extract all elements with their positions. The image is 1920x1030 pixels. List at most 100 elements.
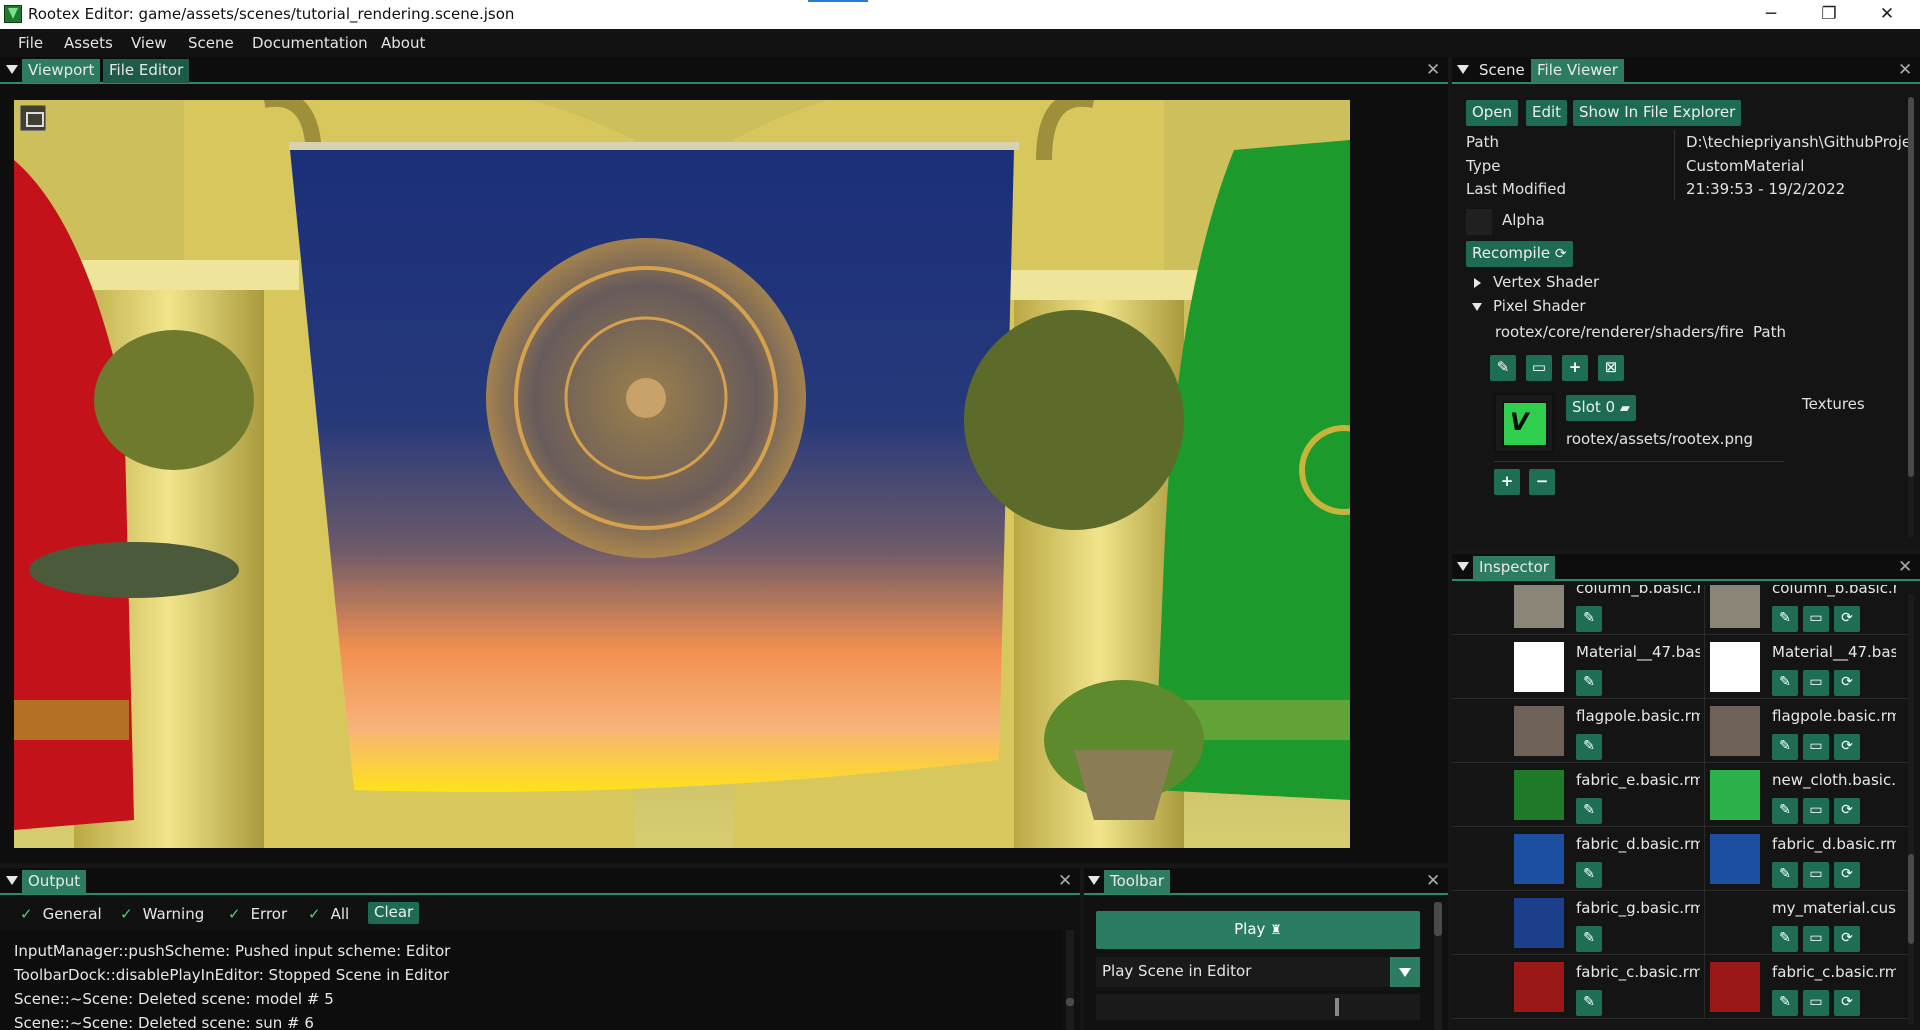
- edit-icon[interactable]: ✎: [1772, 926, 1798, 952]
- close-dock-icon[interactable]: ✕: [1426, 871, 1440, 891]
- collapse-arrow-icon[interactable]: [1457, 562, 1469, 571]
- material-thumbnail[interactable]: [1710, 962, 1760, 1012]
- tab-scene[interactable]: Scene: [1473, 59, 1531, 83]
- scrollbar-thumb[interactable]: [1434, 902, 1442, 936]
- refresh-icon[interactable]: ⟳: [1834, 670, 1860, 696]
- refresh-icon[interactable]: ⟳: [1834, 798, 1860, 824]
- material-thumbnail[interactable]: [1710, 898, 1760, 948]
- material-thumbnail[interactable]: [1710, 642, 1760, 692]
- tab-output[interactable]: Output: [22, 870, 87, 894]
- material-thumbnail[interactable]: [1514, 834, 1564, 884]
- collapse-arrow-icon[interactable]: [6, 876, 18, 885]
- refresh-icon[interactable]: ⟳: [1834, 606, 1860, 632]
- chevron-down-icon[interactable]: [1390, 957, 1420, 987]
- edit-button[interactable]: Edit: [1526, 100, 1568, 126]
- tab-file-editor[interactable]: File Editor: [103, 59, 190, 83]
- expand-arrow-icon[interactable]: [1474, 278, 1481, 288]
- edit-icon[interactable]: ✎: [1576, 862, 1602, 888]
- menu-scene[interactable]: Scene: [188, 34, 234, 52]
- filter-error[interactable]: ✓ Error: [228, 905, 287, 923]
- edit-icon[interactable]: ✎: [1772, 862, 1798, 888]
- material-thumbnail[interactable]: [1710, 706, 1760, 756]
- close-dock-icon[interactable]: ✕: [1058, 871, 1072, 891]
- toolbar-slider[interactable]: [1096, 994, 1420, 1020]
- collapse-arrow-icon[interactable]: [6, 65, 18, 74]
- filter-all[interactable]: ✓ All: [308, 905, 349, 923]
- remove-box-icon[interactable]: ⊠: [1598, 355, 1624, 381]
- folder-open-icon[interactable]: ▭: [1803, 862, 1829, 888]
- material-thumbnail[interactable]: [1710, 585, 1760, 628]
- scene-viewport-canvas[interactable]: [14, 100, 1350, 848]
- menu-documentation[interactable]: Documentation: [252, 34, 368, 52]
- material-thumbnail[interactable]: [1514, 706, 1564, 756]
- folder-open-icon[interactable]: ▭: [1803, 606, 1829, 632]
- material-thumbnail[interactable]: [1514, 585, 1564, 628]
- scrollbar-track[interactable]: [1066, 930, 1074, 1030]
- menu-file[interactable]: File: [18, 34, 43, 52]
- slider-handle[interactable]: [1335, 998, 1339, 1016]
- edit-icon[interactable]: ✎: [1576, 990, 1602, 1016]
- refresh-icon[interactable]: ⟳: [1834, 926, 1860, 952]
- scrollbar-track[interactable]: [1908, 594, 1914, 1024]
- refresh-icon[interactable]: ⟳: [1834, 990, 1860, 1016]
- edit-icon[interactable]: ✎: [1772, 606, 1798, 632]
- folder-open-icon[interactable]: ▭: [1526, 355, 1552, 381]
- edit-icon[interactable]: ✎: [1490, 355, 1516, 381]
- edit-icon[interactable]: ✎: [1576, 606, 1602, 632]
- edit-icon[interactable]: ✎: [1772, 990, 1798, 1016]
- slot-0-button[interactable]: Slot 0 ▰: [1566, 395, 1636, 421]
- alpha-checkbox[interactable]: [1466, 209, 1492, 235]
- refresh-icon[interactable]: ⟳: [1834, 862, 1860, 888]
- collapse-arrow-icon[interactable]: [1472, 303, 1482, 311]
- pixel-shader-node[interactable]: Pixel Shader: [1493, 297, 1586, 315]
- menu-about[interactable]: About: [381, 34, 425, 52]
- scrollbar-thumb[interactable]: [1908, 97, 1914, 477]
- folder-open-icon[interactable]: ▭: [1803, 926, 1829, 952]
- collapse-arrow-icon[interactable]: [1088, 876, 1100, 885]
- close-dock-icon[interactable]: ✕: [1426, 60, 1440, 80]
- folder-open-icon[interactable]: ▭: [1803, 990, 1829, 1016]
- material-thumbnail[interactable]: [1514, 642, 1564, 692]
- maximize-button[interactable]: ❐: [1800, 0, 1858, 29]
- folder-open-icon[interactable]: ▭: [1803, 670, 1829, 696]
- material-thumbnail[interactable]: [1514, 770, 1564, 820]
- tab-file-viewer[interactable]: File Viewer: [1531, 59, 1624, 83]
- scrollbar-track[interactable]: [1908, 97, 1914, 537]
- open-button[interactable]: Open: [1466, 100, 1519, 126]
- material-thumbnail[interactable]: [1710, 834, 1760, 884]
- close-dock-icon[interactable]: ✕: [1898, 557, 1912, 577]
- material-thumbnail[interactable]: [1514, 962, 1564, 1012]
- folder-open-icon[interactable]: ▭: [1803, 798, 1829, 824]
- menu-assets[interactable]: Assets: [64, 34, 113, 52]
- vertex-shader-node[interactable]: Vertex Shader: [1493, 273, 1599, 291]
- close-window-button[interactable]: ✕: [1858, 0, 1916, 29]
- edit-icon[interactable]: ✎: [1576, 798, 1602, 824]
- edit-icon[interactable]: ✎: [1576, 734, 1602, 760]
- recompile-button[interactable]: Recompile ⟳: [1466, 241, 1573, 267]
- refresh-icon[interactable]: ⟳: [1834, 734, 1860, 760]
- texture-thumbnail[interactable]: V: [1494, 393, 1554, 453]
- folder-open-icon[interactable]: ▭: [1803, 734, 1829, 760]
- edit-icon[interactable]: ✎: [1576, 670, 1602, 696]
- material-thumbnail[interactable]: [1710, 770, 1760, 820]
- tab-toolbar[interactable]: Toolbar: [1104, 870, 1171, 894]
- remove-texture-button[interactable]: −: [1529, 469, 1555, 495]
- tab-inspector[interactable]: Inspector: [1473, 556, 1555, 580]
- minimize-button[interactable]: ─: [1742, 0, 1800, 29]
- close-dock-icon[interactable]: ✕: [1898, 60, 1912, 80]
- collapse-arrow-icon[interactable]: [1457, 65, 1469, 74]
- edit-icon[interactable]: ✎: [1772, 798, 1798, 824]
- edit-icon[interactable]: ✎: [1772, 734, 1798, 760]
- plus-icon[interactable]: +: [1562, 355, 1588, 381]
- edit-icon[interactable]: ✎: [1772, 670, 1798, 696]
- add-texture-button[interactable]: +: [1494, 469, 1520, 495]
- play-mode-select[interactable]: Play Scene in Editor: [1096, 957, 1420, 987]
- show-in-explorer-button[interactable]: Show In File Explorer: [1573, 100, 1742, 126]
- material-thumbnail[interactable]: [1514, 898, 1564, 948]
- play-button[interactable]: Play ♜: [1096, 911, 1420, 949]
- edit-icon[interactable]: ✎: [1576, 926, 1602, 952]
- shader-path-value[interactable]: rootex/core/renderer/shaders/fire_pixel_…: [1495, 323, 1743, 341]
- filter-general[interactable]: ✓ General: [20, 905, 102, 923]
- scrollbar-thumb[interactable]: [1908, 854, 1914, 944]
- filter-warning[interactable]: ✓ Warning: [120, 905, 204, 923]
